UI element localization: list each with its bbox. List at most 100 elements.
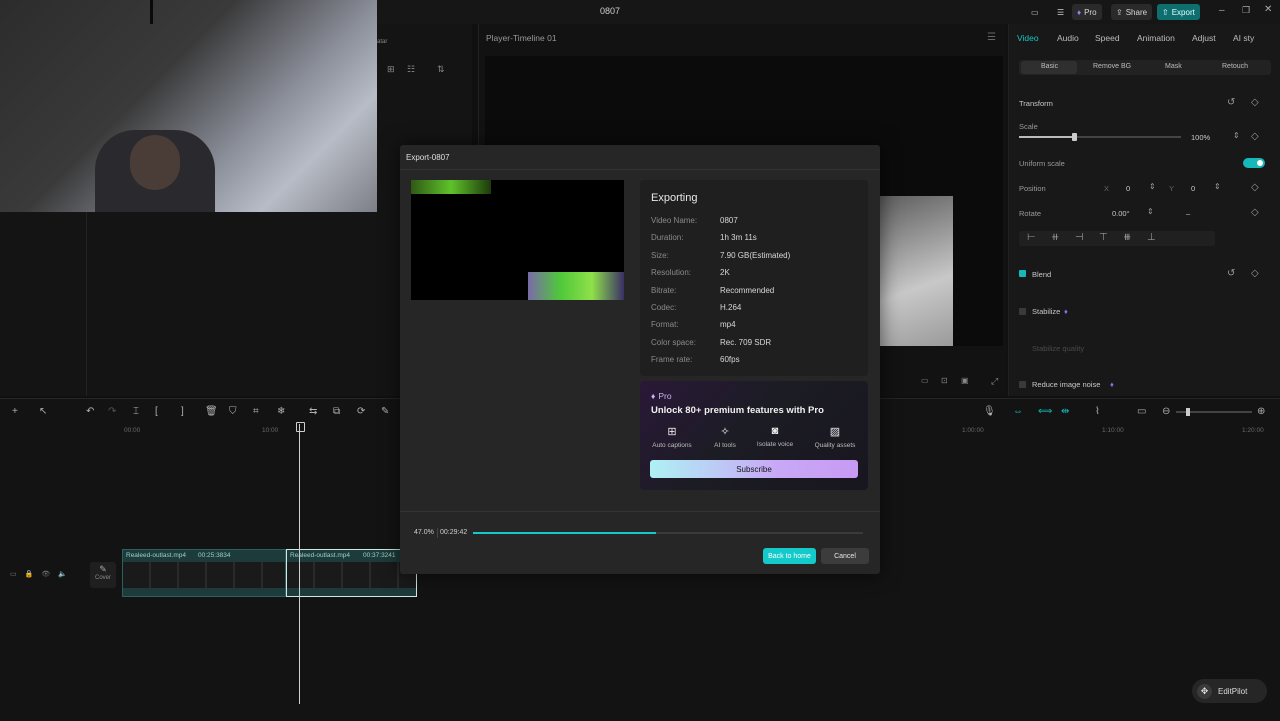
scale-value[interactable]: 100% — [1191, 133, 1210, 142]
tab-ai-style[interactable]: AI sty — [1233, 33, 1254, 43]
microphone-icon[interactable]: 🎙 — [983, 406, 996, 417]
noise-checkbox[interactable] — [1019, 381, 1026, 388]
trim-left-icon[interactable]: [ — [155, 406, 158, 417]
timeline-clip-selected[interactable]: Realeed-outlast.mp4 00:37:3241 — [286, 549, 417, 597]
magic-icon[interactable]: ✎ — [381, 406, 389, 417]
scale-keyframe-icon[interactable]: ◇ — [1251, 131, 1259, 142]
align-top-icon[interactable]: ⊤ — [1099, 232, 1108, 243]
volume-icon[interactable]: 🔈 — [58, 570, 67, 578]
position-keyframe-icon[interactable]: ◇ — [1251, 182, 1259, 193]
quality-icon[interactable]: ▣ — [961, 376, 969, 385]
subtab-mask[interactable]: Mask — [1165, 63, 1182, 70]
align-right-icon[interactable]: ⊣ — [1075, 232, 1084, 243]
undo-icon[interactable]: ↶ — [86, 406, 94, 417]
split-icon[interactable]: ⌶ — [133, 406, 139, 417]
preview-axis-icon[interactable]: ⌇ — [1095, 406, 1100, 417]
lock-icon[interactable]: 🔒 — [25, 570, 34, 578]
align-center-h-icon[interactable]: ⧺ — [1051, 232, 1059, 243]
menu-icon[interactable]: ☰ — [1052, 4, 1066, 20]
zoom-in-icon[interactable]: ⊕ — [1257, 406, 1265, 417]
rotate-keyframe-icon[interactable]: ◇ — [1251, 207, 1259, 218]
fullscreen-icon[interactable]: ⤢ — [991, 376, 998, 387]
rotate-dash[interactable]: – — [1186, 209, 1190, 218]
scale-slider[interactable] — [1019, 133, 1181, 141]
scale-slider-knob[interactable] — [1072, 133, 1078, 141]
tab-speed[interactable]: Speed — [1095, 33, 1120, 43]
zoom-out-icon[interactable]: ⊖ — [1162, 406, 1170, 417]
cancel-button[interactable]: Cancel — [821, 548, 869, 564]
noise-label[interactable]: Reduce image noise — [1032, 380, 1100, 389]
blend-label[interactable]: Blend — [1032, 270, 1051, 279]
uniform-scale-toggle[interactable] — [1243, 158, 1265, 168]
reverse-icon[interactable]: ⇆ — [309, 406, 317, 417]
keyframe-icon[interactable]: ◇ — [1251, 97, 1259, 108]
grid-view-icon[interactable]: ⊞ — [387, 64, 395, 75]
export-button[interactable]: ⇧ Export — [1157, 4, 1200, 20]
feature-auto-captions[interactable]: ⊞ Auto captions — [647, 425, 697, 449]
sort-icon[interactable]: ⇅ — [437, 64, 445, 75]
trim-right-icon[interactable]: ] — [181, 406, 184, 417]
zoom-slider[interactable] — [1176, 408, 1252, 416]
share-button[interactable]: ⇪ Share — [1111, 4, 1153, 20]
list-view-icon[interactable]: ☷ — [407, 64, 415, 75]
feature-ai-tools[interactable]: ✧ AI tools — [700, 425, 750, 449]
close-icon[interactable]: ✕ — [1264, 4, 1272, 15]
pos-y-stepper-icon[interactable]: ⇕ — [1214, 182, 1221, 191]
select-tool-icon[interactable]: ↖ — [39, 406, 47, 417]
scale-stepper-icon[interactable]: ⇕ — [1233, 131, 1240, 140]
add-icon[interactable]: + — [12, 406, 18, 417]
editpilot-button[interactable]: ✥ EditPilot — [1192, 679, 1267, 703]
timeline-clip[interactable]: Realeed-outlast.mp4 00:25:3834 — [122, 549, 286, 597]
delete-icon[interactable]: 🗑 — [205, 406, 218, 417]
stabilize-label[interactable]: Stabilize — [1032, 307, 1060, 316]
tab-video[interactable]: Video — [1017, 33, 1039, 43]
freeze-icon[interactable]: ❄ — [277, 406, 285, 417]
snap-icon[interactable]: ⇹ — [1061, 406, 1069, 417]
pro-button[interactable]: ♦ Pro — [1072, 4, 1102, 20]
pos-x-value[interactable]: 0 — [1126, 184, 1130, 193]
feature-isolate-voice[interactable]: ◙ Isolate voice — [750, 425, 800, 448]
zoom-slider-knob[interactable] — [1186, 408, 1190, 416]
crop-icon[interactable]: ⌗ — [253, 406, 259, 417]
tab-animation[interactable]: Animation — [1137, 33, 1175, 43]
align-bottom-icon[interactable]: ⊥ — [1147, 232, 1156, 243]
link-icon[interactable]: ⇔ — [1013, 406, 1023, 417]
blend-reset-icon[interactable]: ↺ — [1227, 268, 1235, 279]
track-select-icon[interactable]: ▭ — [10, 570, 17, 578]
layout-icon[interactable]: ▭ — [1026, 4, 1040, 20]
rotate-value[interactable]: 0.00° — [1112, 209, 1130, 218]
tab-adjust[interactable]: Adjust — [1192, 33, 1216, 43]
minimize-icon[interactable]: – — [1219, 5, 1225, 16]
subtab-remove-bg[interactable]: Remove BG — [1093, 63, 1131, 70]
feature-quality-assets[interactable]: ▨ Quality assets — [810, 425, 860, 449]
rotate-stepper-icon[interactable]: ⇕ — [1147, 207, 1154, 216]
back-to-home-button[interactable]: Back to home — [763, 548, 816, 564]
eye-icon[interactable]: 👁 — [41, 570, 50, 578]
player-menu-icon[interactable]: ☰ — [987, 32, 996, 43]
pos-x-stepper-icon[interactable]: ⇕ — [1149, 182, 1156, 191]
playhead-handle[interactable] — [296, 422, 305, 432]
blend-keyframe-icon[interactable]: ◇ — [1251, 268, 1259, 279]
caption-icon[interactable]: ▭ — [1137, 406, 1146, 417]
transform-label[interactable]: Transform — [1019, 99, 1053, 108]
ratio-icon[interactable]: ▭ — [921, 376, 929, 385]
tab-audio[interactable]: Audio — [1057, 33, 1079, 43]
reset-icon[interactable]: ↺ — [1227, 97, 1235, 108]
pos-y-value[interactable]: 0 — [1191, 184, 1195, 193]
playhead[interactable] — [299, 424, 300, 704]
stabilize-checkbox[interactable] — [1019, 308, 1026, 315]
rotate-icon[interactable]: ⟳ — [357, 406, 365, 417]
restore-icon[interactable]: ❐ — [1242, 5, 1250, 16]
mirror-icon[interactable]: ⧉ — [333, 406, 340, 417]
subtab-retouch[interactable]: Retouch — [1222, 63, 1248, 70]
align-center-v-icon[interactable]: ⧻ — [1123, 232, 1131, 243]
blend-checkbox[interactable] — [1019, 270, 1026, 277]
zoom-fit-icon[interactable]: ⊡ — [941, 376, 948, 385]
subscribe-button[interactable]: Subscribe — [650, 460, 858, 478]
magnet-icon[interactable]: ⟺ — [1038, 406, 1052, 417]
align-left-icon[interactable]: ⊢ — [1027, 232, 1036, 243]
avatar-tab-label[interactable]: atar — [377, 39, 387, 45]
cover-button[interactable]: ✎ Cover — [90, 562, 116, 588]
subtab-basic[interactable]: Basic — [1041, 63, 1058, 70]
shield-icon[interactable]: ⛉ — [229, 406, 237, 417]
